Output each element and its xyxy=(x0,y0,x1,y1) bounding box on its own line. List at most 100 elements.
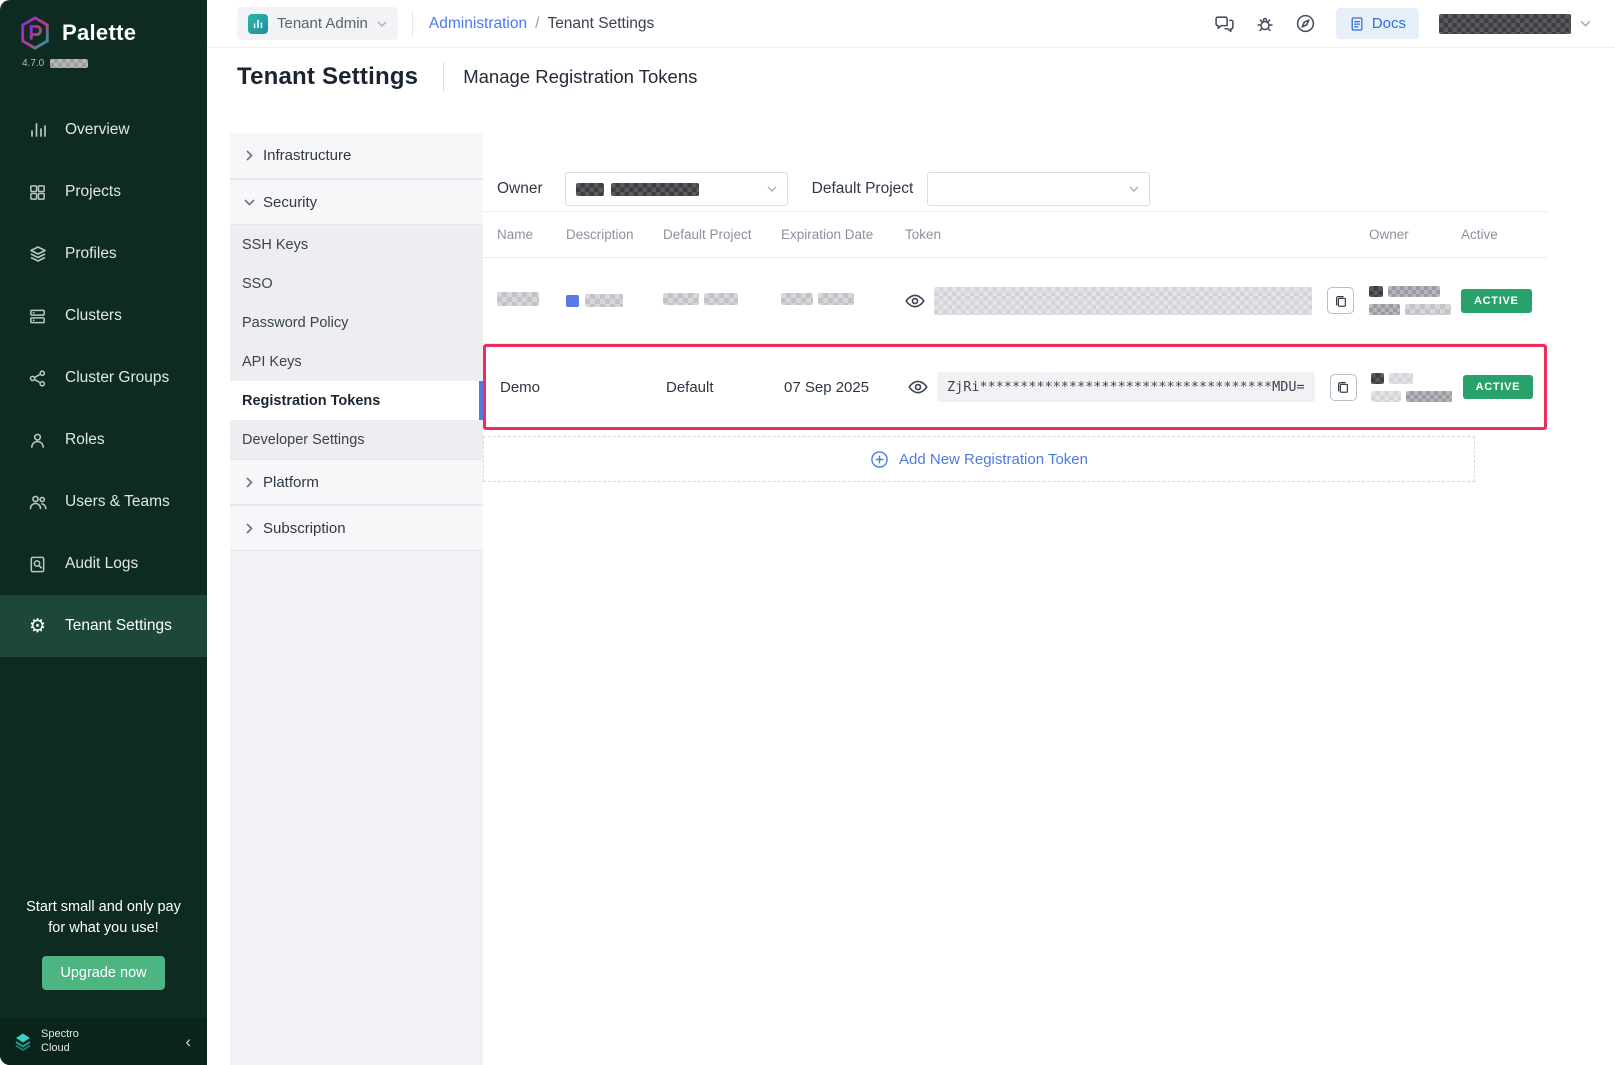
settings-item-registration-tokens[interactable]: Registration Tokens xyxy=(230,381,483,420)
sidebar-item-tenant-settings[interactable]: ⚙ Tenant Settings xyxy=(0,595,207,657)
top-actions: Docs xyxy=(1214,8,1591,39)
status-cell: ACTIVE xyxy=(1461,289,1547,313)
token-value-cell: ZjRi************************************… xyxy=(908,372,1371,402)
settings-section-infrastructure[interactable]: Infrastructure xyxy=(230,133,483,179)
sidebar-item-label: Users & Teams xyxy=(65,493,170,511)
eye-icon[interactable] xyxy=(905,291,925,311)
status-badge: ACTIVE xyxy=(1461,289,1532,313)
table-row[interactable]: ACTIVE xyxy=(483,258,1547,344)
palette-logo-icon xyxy=(18,16,52,50)
breadcrumb-administration[interactable]: Administration xyxy=(429,15,527,33)
promo-text-line2: for what you use! xyxy=(12,918,195,940)
compass-icon[interactable] xyxy=(1295,13,1316,34)
copy-token-button[interactable] xyxy=(1327,287,1354,314)
token-redacted xyxy=(934,287,1312,315)
sidebar-item-audit-logs[interactable]: Audit Logs xyxy=(0,533,207,595)
sidebar: Palette 4.7.0 Overview Projects xyxy=(0,0,207,1065)
breadcrumb-separator: / xyxy=(535,15,539,33)
sidebar-item-label: Overview xyxy=(65,121,130,139)
content: Infrastructure Security SSH Keys SSO Pas… xyxy=(207,105,1615,1065)
scope-selector[interactable]: Tenant Admin xyxy=(237,7,398,40)
settings-item-sso[interactable]: SSO xyxy=(230,264,483,303)
settings-section-security[interactable]: Security xyxy=(230,179,483,225)
page-subtitle: Manage Registration Tokens xyxy=(463,66,697,88)
token-expiration-redacted xyxy=(781,292,905,309)
chevron-down-icon xyxy=(244,199,255,206)
upgrade-now-button[interactable]: Upgrade now xyxy=(42,956,164,990)
add-token-label: Add New Registration Token xyxy=(899,451,1088,468)
settings-nav-filler xyxy=(230,551,483,1065)
sidebar-item-projects[interactable]: Projects xyxy=(0,161,207,223)
token-project-redacted xyxy=(663,292,781,309)
chat-icon[interactable] xyxy=(1214,13,1235,34)
owner-filter-label: Owner xyxy=(497,180,543,198)
version-label: 4.7.0 xyxy=(0,50,207,69)
user-menu[interactable] xyxy=(1439,14,1591,34)
token-expiration-date: 07 Sep 2025 xyxy=(784,379,908,396)
sidebar-item-label: Clusters xyxy=(65,307,122,325)
col-owner: Owner xyxy=(1369,227,1461,242)
settings-item-developer-settings[interactable]: Developer Settings xyxy=(230,420,483,459)
footer-brand: Spectro Cloud xyxy=(41,1028,79,1054)
plus-circle-icon xyxy=(870,450,889,469)
copy-token-button[interactable] xyxy=(1330,374,1357,401)
owner-filter-select[interactable] xyxy=(565,172,788,206)
chevron-down-icon xyxy=(1129,186,1139,192)
profiles-icon xyxy=(27,244,48,265)
col-expiration-date: Expiration Date xyxy=(781,227,905,242)
sidebar-item-label: Roles xyxy=(65,431,105,449)
token-default-project: Default xyxy=(666,379,784,396)
sidebar-item-users-teams[interactable]: Users & Teams xyxy=(0,471,207,533)
breadcrumb: Administration / Tenant Settings xyxy=(429,15,654,33)
divider xyxy=(443,62,444,92)
primary-nav: Overview Projects Profiles Clusters xyxy=(0,99,207,657)
eye-icon[interactable] xyxy=(908,377,928,397)
chevron-down-icon xyxy=(377,21,387,27)
docs-icon xyxy=(1349,16,1365,32)
main-area: Tenant Admin Administration / Tenant Set… xyxy=(207,0,1615,1065)
sidebar-item-cluster-groups[interactable]: Cluster Groups xyxy=(0,347,207,409)
page-title: Tenant Settings xyxy=(237,63,418,91)
audit-logs-icon xyxy=(27,554,48,575)
default-project-filter-label: Default Project xyxy=(812,180,914,198)
token-name: Demo xyxy=(500,379,569,396)
settings-section-subscription[interactable]: Subscription xyxy=(230,505,483,551)
sidebar-item-label: Projects xyxy=(65,183,121,201)
bug-icon[interactable] xyxy=(1255,14,1275,34)
docs-button[interactable]: Docs xyxy=(1336,8,1419,39)
version-redacted xyxy=(50,59,88,68)
spectro-cloud-logo-icon xyxy=(13,1032,33,1052)
col-description: Description xyxy=(566,227,663,242)
chevron-right-icon xyxy=(246,150,253,161)
token-value-field[interactable]: ZjRi************************************… xyxy=(937,372,1315,402)
sidebar-item-label: Cluster Groups xyxy=(65,369,169,387)
projects-icon xyxy=(27,182,48,203)
sidebar-item-profiles[interactable]: Profiles xyxy=(0,223,207,285)
add-registration-token-button[interactable]: Add New Registration Token xyxy=(483,436,1475,482)
settings-item-ssh-keys[interactable]: SSH Keys xyxy=(230,225,483,264)
settings-item-password-policy[interactable]: Password Policy xyxy=(230,303,483,342)
collapse-sidebar-icon[interactable]: ‹ xyxy=(185,1032,191,1052)
promo-text-line1: Start small and only pay xyxy=(12,897,195,919)
sidebar-item-clusters[interactable]: Clusters xyxy=(0,285,207,347)
chevron-down-icon xyxy=(767,186,777,192)
upgrade-promo: Start small and only pay for what you us… xyxy=(0,897,207,991)
chevron-right-icon xyxy=(246,523,253,534)
sidebar-item-roles[interactable]: Roles xyxy=(0,409,207,471)
app-window: Palette 4.7.0 Overview Projects xyxy=(0,0,1615,1065)
sidebar-item-overview[interactable]: Overview xyxy=(0,99,207,161)
default-project-filter-select[interactable] xyxy=(927,172,1150,206)
overview-icon xyxy=(27,120,48,141)
breadcrumb-current: Tenant Settings xyxy=(547,15,654,33)
col-token: Token xyxy=(905,227,1369,242)
filter-row: Owner Default Project xyxy=(483,167,1547,212)
sidebar-footer: Spectro Cloud ‹ xyxy=(0,1018,207,1065)
token-owner-redacted xyxy=(1371,373,1463,402)
highlighted-row-outline: Demo Default 07 Sep 2025 ZjRi***********… xyxy=(483,344,1547,430)
table-row-demo[interactable]: Demo Default 07 Sep 2025 ZjRi***********… xyxy=(486,347,1544,427)
settings-item-api-keys[interactable]: API Keys xyxy=(230,342,483,381)
settings-section-platform[interactable]: Platform xyxy=(230,459,483,505)
token-value-cell xyxy=(905,287,1369,315)
chevron-right-icon xyxy=(246,477,253,488)
sidebar-item-label: Audit Logs xyxy=(65,555,138,573)
